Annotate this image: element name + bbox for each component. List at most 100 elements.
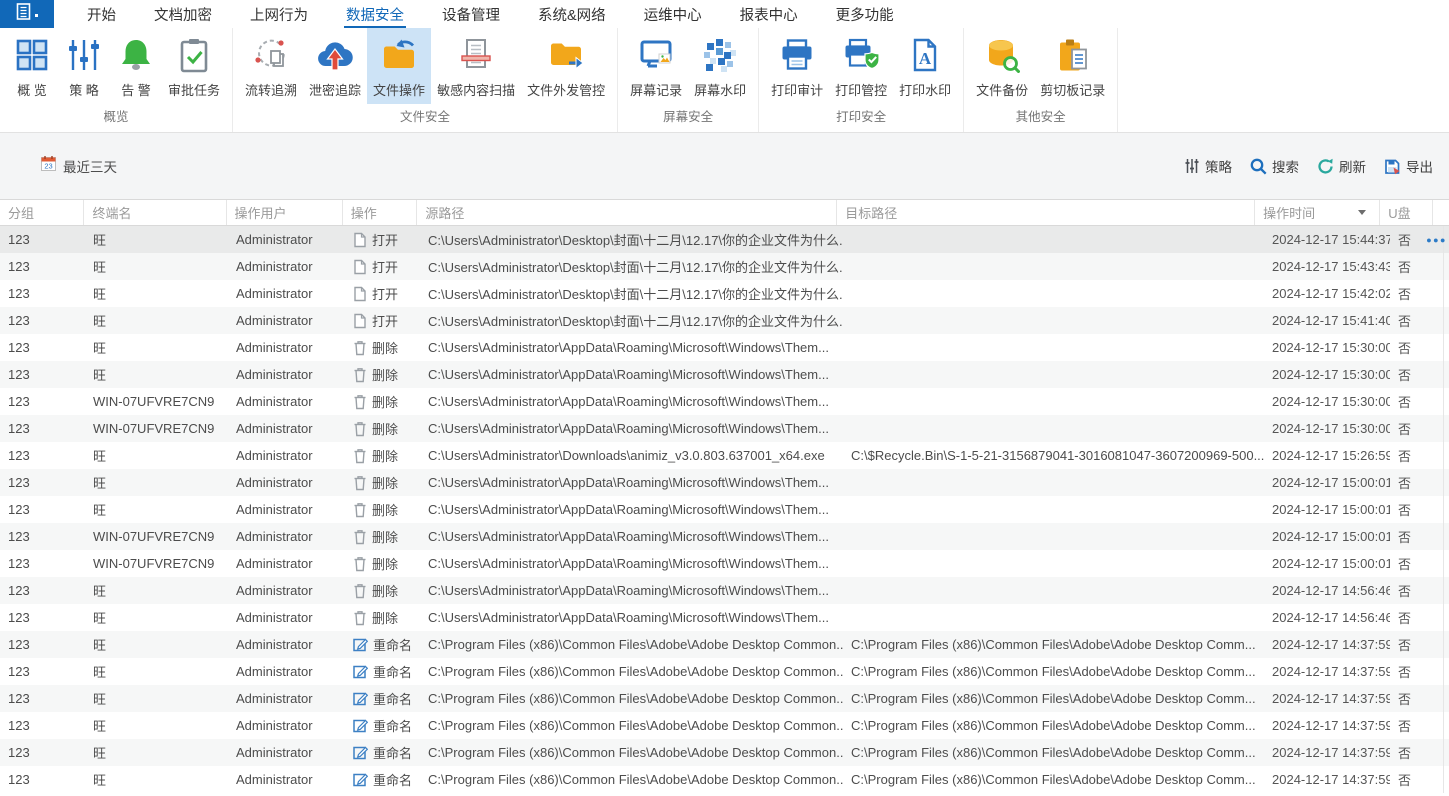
table-row[interactable]: 123旺Administrator重命名C:\Program Files (x8… (0, 766, 1449, 793)
ribbon-item-print-control[interactable]: 打印管控 (829, 28, 893, 104)
column-header-tgt[interactable]: 目标路径 (837, 200, 1255, 225)
cell-user: Administrator (228, 313, 345, 328)
date-range-filter[interactable]: 23 最近三天 (40, 155, 117, 177)
ribbon-item-alert[interactable]: 告 警 (110, 28, 162, 104)
cell-tgt: C:\Program Files (x86)\Common Files\Adob… (843, 664, 1264, 679)
cell-time: 2024-12-17 15:00:01 (1264, 556, 1390, 571)
app-menu-button[interactable] (0, 0, 54, 28)
cell-usb: 否 (1390, 473, 1443, 492)
cell-tgt: C:\Program Files (x86)\Common Files\Adob… (843, 745, 1264, 760)
tab-system-network[interactable]: 系统&网络 (529, 0, 615, 28)
ribbon-item-label: 屏幕水印 (694, 80, 746, 99)
cell-terminal: 旺 (85, 365, 228, 384)
table-row[interactable]: 123WIN-07UFVRE7CN9Administrator删除C:\User… (0, 550, 1449, 577)
ribbon-item-outgoing-control[interactable]: 文件外发管控 (521, 28, 611, 104)
ribbon-item-label: 审批任务 (168, 80, 220, 99)
ribbon-item-screen-record[interactable]: 屏幕记录 (624, 28, 688, 104)
cell-usb: 否 (1390, 743, 1443, 762)
table-row[interactable]: 123WIN-07UFVRE7CN9Administrator删除C:\User… (0, 415, 1449, 442)
row-actions-button[interactable]: ●●● (1426, 235, 1447, 245)
cell-usb: 否 (1390, 635, 1443, 654)
ribbon-item-overview[interactable]: 概 览 (6, 28, 58, 104)
tab-device-management[interactable]: 设备管理 (433, 0, 509, 28)
cell-user: Administrator (228, 367, 345, 382)
column-header-group[interactable]: 分组 (0, 200, 84, 225)
table-row[interactable]: 123旺Administrator重命名C:\Program Files (x8… (0, 685, 1449, 712)
op-label: 重命名 (373, 743, 412, 762)
row-filler (1443, 604, 1449, 631)
cell-group: 123 (0, 610, 85, 625)
cell-usb: 否 (1390, 608, 1443, 627)
tab-doc-encryption[interactable]: 文档加密 (145, 0, 221, 28)
row-filler (1443, 685, 1449, 712)
tab-web-behavior[interactable]: 上网行为 (241, 0, 317, 28)
cell-group: 123 (0, 772, 85, 787)
table-row[interactable]: 123旺Administrator删除C:\Users\Administrato… (0, 334, 1449, 361)
cell-usb: 否 (1390, 257, 1443, 276)
trash-icon (353, 556, 367, 572)
ribbon-item-print-audit[interactable]: 打印审计 (765, 28, 829, 104)
trash-icon (353, 475, 367, 491)
print-control-icon (843, 37, 879, 73)
table-row[interactable]: 123WIN-07UFVRE7CN9Administrator删除C:\User… (0, 523, 1449, 550)
file-operations-table: 分组终端名操作用户操作源路径目标路径操作时间U盘 123旺Administrat… (0, 199, 1449, 796)
tab-ops-center[interactable]: 运维中心 (635, 0, 711, 28)
table-row[interactable]: 123旺Administrator打开C:\Users\Administrato… (0, 280, 1449, 307)
export-button[interactable]: 导出 (1384, 156, 1433, 176)
table-row[interactable]: 123WIN-07UFVRE7CN9Administrator删除C:\User… (0, 388, 1449, 415)
ribbon-tab-bar: 开始文档加密上网行为数据安全设备管理系统&网络运维中心报表中心更多功能 (0, 0, 1449, 28)
table-row[interactable]: 123旺Administrator重命名C:\Program Files (x8… (0, 631, 1449, 658)
edit-icon (353, 718, 368, 733)
cell-src: C:\Users\Administrator\AppData\Roaming\M… (420, 394, 843, 409)
cell-user: Administrator (228, 475, 345, 490)
op-label: 重命名 (373, 770, 412, 789)
column-header-time[interactable]: 操作时间 (1255, 200, 1380, 225)
ribbon-item-policy[interactable]: 策 略 (58, 28, 110, 104)
ribbon-item-file-backup[interactable]: 文件备份 (970, 28, 1034, 104)
cell-user: Administrator (228, 529, 345, 544)
row-filler (1443, 631, 1449, 658)
column-header-op[interactable]: 操作 (343, 200, 418, 225)
column-header-usb[interactable]: U盘 (1380, 200, 1433, 225)
trash-icon (353, 529, 367, 545)
cell-time: 2024-12-17 15:00:01 (1264, 502, 1390, 517)
svg-text:23: 23 (44, 162, 52, 171)
tab-report-center[interactable]: 报表中心 (731, 0, 807, 28)
table-row[interactable]: 123旺Administrator删除C:\Users\Administrato… (0, 469, 1449, 496)
column-header-terminal[interactable]: 终端名 (84, 200, 226, 225)
table-row[interactable]: 123旺Administrator重命名C:\Program Files (x8… (0, 739, 1449, 766)
cell-src: C:\Users\Administrator\AppData\Roaming\M… (420, 583, 843, 598)
table-row[interactable]: 123旺Administrator删除C:\Users\Administrato… (0, 442, 1449, 469)
policy-button[interactable]: 策略 (1184, 156, 1232, 176)
table-row[interactable]: 123旺Administrator重命名C:\Program Files (x8… (0, 712, 1449, 739)
cell-time: 2024-12-17 15:00:01 (1264, 529, 1390, 544)
ribbon-item-approval-tasks[interactable]: 审批任务 (162, 28, 226, 104)
tab-data-security[interactable]: 数据安全 (337, 0, 413, 28)
cell-usb: 否 (1390, 500, 1443, 519)
table-row[interactable]: 123旺Administrator重命名C:\Program Files (x8… (0, 658, 1449, 685)
ribbon-item-sensitive-scan[interactable]: 敏感内容扫描 (431, 28, 521, 104)
table-row[interactable]: 123旺Administrator打开C:\Users\Administrato… (0, 226, 1449, 253)
column-header-user[interactable]: 操作用户 (227, 200, 343, 225)
tab-more-features[interactable]: 更多功能 (827, 0, 903, 28)
table-row[interactable]: 123旺Administrator打开C:\Users\Administrato… (0, 253, 1449, 280)
ribbon-item-print-watermark[interactable]: A打印水印 (893, 28, 957, 104)
ribbon-item-screen-watermark[interactable]: 屏幕水印 (688, 28, 752, 104)
search-button[interactable]: 搜索 (1250, 156, 1299, 176)
table-row[interactable]: 123旺Administrator删除C:\Users\Administrato… (0, 361, 1449, 388)
ribbon-group-label: 打印安全 (765, 104, 957, 132)
ribbon-item-file-operations[interactable]: 文件操作 (367, 28, 431, 104)
ribbon-item-clipboard-record[interactable]: 剪切板记录 (1034, 28, 1111, 104)
table-row[interactable]: 123旺Administrator删除C:\Users\Administrato… (0, 577, 1449, 604)
cell-usb: 否 (1390, 419, 1443, 438)
table-row[interactable]: 123旺Administrator打开C:\Users\Administrato… (0, 307, 1449, 334)
table-row[interactable]: 123旺Administrator删除C:\Users\Administrato… (0, 604, 1449, 631)
ribbon-item-flow-trace[interactable]: 流转追溯 (239, 28, 303, 104)
table-row[interactable]: 123旺Administrator删除C:\Users\Administrato… (0, 496, 1449, 523)
column-header-src[interactable]: 源路径 (417, 200, 837, 225)
cell-src: C:\Users\Administrator\AppData\Roaming\M… (420, 556, 843, 571)
refresh-button[interactable]: 刷新 (1317, 156, 1366, 176)
ribbon-item-leak-tracking[interactable]: 泄密追踪 (303, 28, 367, 104)
op-label: 打开 (372, 311, 398, 330)
tab-start[interactable]: 开始 (78, 0, 125, 28)
